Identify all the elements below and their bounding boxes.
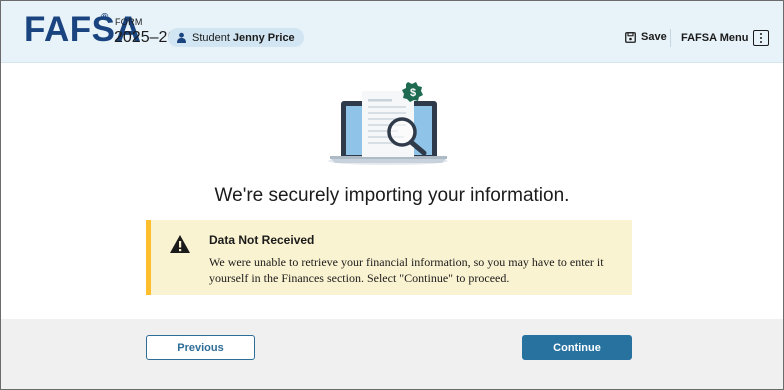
- alert-title: Data Not Received: [209, 233, 315, 247]
- app-header: FAFSA ® FORM 2025–26 Student Jenny Price…: [1, 1, 783, 63]
- form-label: FORM: [115, 17, 143, 27]
- menu-label: FAFSA Menu: [681, 32, 749, 44]
- student-name: Jenny Price: [232, 31, 295, 44]
- student-badge: Student Jenny Price: [168, 28, 304, 47]
- continue-button[interactable]: Continue: [522, 335, 632, 360]
- save-label: Save: [641, 31, 667, 43]
- registered-mark: ®: [101, 12, 109, 23]
- form-year: 2025–26: [114, 29, 177, 46]
- page-heading: We're securely importing your informatio…: [214, 185, 570, 206]
- student-label: Student: [192, 31, 230, 44]
- alert-body: We were unable to retrieve your financia…: [209, 255, 604, 285]
- page-frame: FAFSA ® FORM 2025–26 Student Jenny Price…: [0, 0, 784, 390]
- student-person-icon: [177, 32, 186, 43]
- header-divider: [670, 29, 671, 47]
- kebab-menu-icon: [753, 30, 770, 46]
- fafsa-menu-button[interactable]: FAFSA Menu: [681, 30, 770, 46]
- footer-nav: Previous Continue: [1, 319, 783, 389]
- importing-illustration: $: [328, 82, 448, 165]
- warning-alert: Data Not Received We were unable to retr…: [146, 220, 632, 295]
- previous-button[interactable]: Previous: [146, 335, 255, 360]
- warning-icon: [170, 235, 190, 253]
- save-button[interactable]: Save: [625, 31, 667, 43]
- svg-text:$: $: [410, 87, 416, 99]
- save-icon: [625, 31, 636, 43]
